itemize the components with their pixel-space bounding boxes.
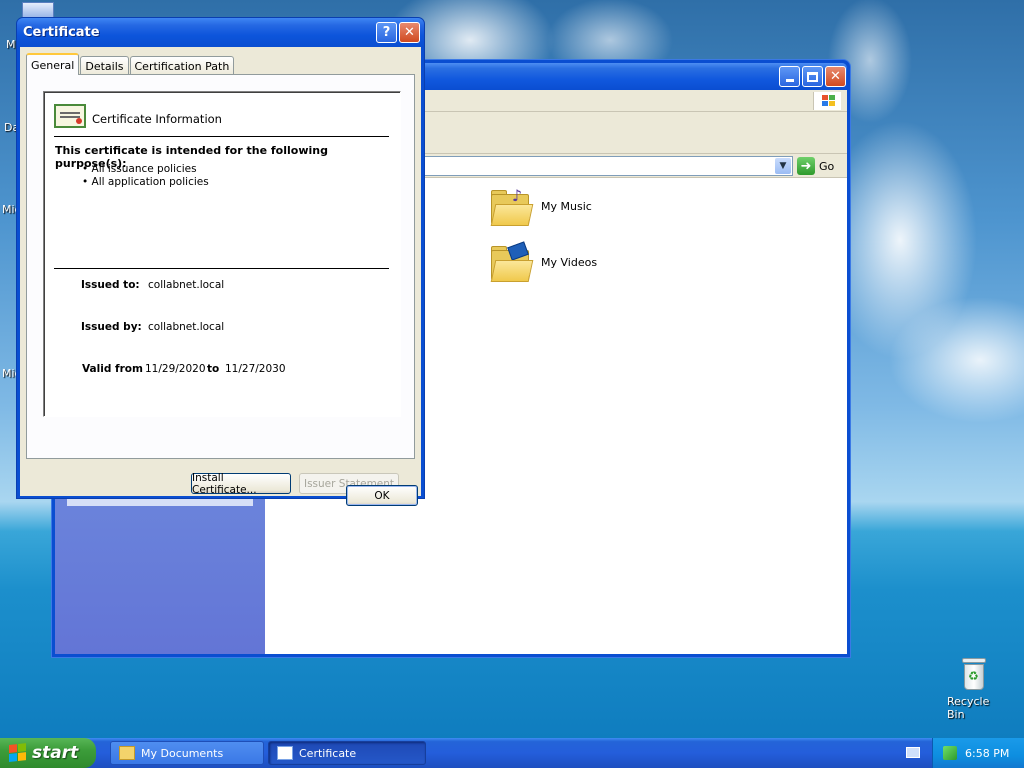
valid-to-value: 11/27/2030 (225, 363, 286, 375)
task-label: My Documents (141, 746, 224, 760)
keyboard-icon[interactable] (906, 747, 920, 758)
divider (54, 268, 389, 269)
issued-to-value: collabnet.local (148, 279, 225, 291)
folder-icon (119, 746, 135, 760)
chevron-down-icon: ▼ (779, 161, 787, 171)
issued-by-value: collabnet.local (148, 321, 225, 333)
general-tab-panel: Certificate Information This certificate… (26, 74, 415, 496)
folder-my-videos[interactable]: My Videos (489, 240, 597, 284)
windows-logo-icon (9, 743, 27, 763)
folder-label: My Music (541, 199, 592, 213)
tab-general[interactable]: General (26, 53, 80, 75)
system-tray: 6:58 PM (932, 738, 1024, 768)
purpose-list: • All issuance policies • All applicatio… (82, 163, 209, 189)
address-dropdown-button[interactable]: ▼ (775, 158, 791, 174)
purpose-item: • All issuance policies (82, 163, 197, 175)
tab-strip: General Details Certification Path (26, 53, 235, 75)
explorer-minimize-button[interactable] (779, 66, 800, 87)
address-input[interactable]: ▼ (415, 156, 793, 176)
help-button[interactable]: ? (376, 22, 397, 43)
purpose-item: • All application policies (82, 176, 209, 188)
windows-logo-icon (813, 92, 841, 110)
dialog-close-button[interactable]: ✕ (399, 22, 420, 43)
explorer-maximize-button[interactable] (802, 66, 823, 87)
task-certificate[interactable]: Certificate (268, 741, 426, 765)
go-arrow-icon: ➜ (797, 157, 815, 175)
tab-details[interactable]: Details (80, 56, 129, 75)
start-label: start (32, 743, 79, 763)
issued-to-label: Issued to: (81, 279, 140, 291)
music-folder-icon: ♪ (489, 184, 534, 228)
task-label: Certificate (299, 746, 357, 760)
task-my-documents[interactable]: My Documents (110, 741, 264, 765)
window-icon (277, 746, 293, 760)
divider (54, 136, 389, 137)
network-icon[interactable] (943, 746, 957, 760)
info-heading: Certificate Information (92, 112, 222, 126)
video-folder-icon (489, 240, 534, 284)
valid-to-label: to (207, 363, 220, 375)
folder-label: My Videos (541, 255, 598, 269)
valid-from-label: Valid from (82, 363, 143, 375)
ok-button[interactable]: OK (346, 485, 418, 506)
issued-by-label: Issued by: (81, 321, 142, 333)
dialog-body: General Details Certification Path Certi… (20, 47, 421, 506)
tab-certification-path[interactable]: Certification Path (129, 56, 235, 75)
minimize-icon (785, 79, 794, 82)
recycle-bin-label: Recycle Bin (947, 695, 990, 721)
maximize-icon (807, 71, 818, 82)
dialog-title: Certificate (23, 25, 100, 40)
clock[interactable]: 6:58 PM (965, 747, 1009, 760)
explorer-close-button[interactable]: ✕ (825, 66, 846, 87)
dialog-titlebar[interactable]: Certificate ? ✕ (17, 18, 424, 47)
install-certificate-button[interactable]: Install Certificate... (191, 472, 291, 496)
close-icon: ✕ (830, 69, 841, 84)
help-icon: ? (382, 25, 391, 40)
start-button[interactable]: start (0, 738, 96, 768)
taskbar: start My Documents Certificate 6:58 PM (0, 738, 1024, 768)
certificate-icon (54, 104, 86, 128)
folder-my-music[interactable]: ♪ My Music (489, 184, 592, 228)
valid-from-value: 11/29/2020 (145, 363, 206, 375)
go-label: Go (819, 159, 835, 173)
recycle-bin-icon: ♻ (960, 658, 988, 690)
close-icon: ✕ (404, 25, 415, 40)
certificate-info-box: Certificate Information This certificate… (43, 91, 401, 417)
go-button[interactable]: ➜ Go (797, 156, 841, 176)
desktop-icon-top[interactable] (22, 2, 54, 18)
recycle-bin[interactable]: ♻ Recycle Bin (944, 656, 1004, 721)
certificate-dialog[interactable]: Certificate ? ✕ General Details Certific… (16, 17, 425, 506)
